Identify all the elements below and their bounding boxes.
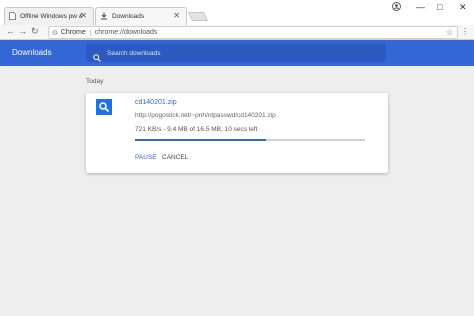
file-search-icon [96,99,112,115]
tab-label: Offline Windows pw & re [20,13,82,20]
title-bar: Offline Windows pw & re ✕ Downloads ✕ — … [0,0,474,25]
minimize-button[interactable]: — [416,2,425,12]
page-icon [9,11,16,22]
forward-icon[interactable]: → [18,26,27,36]
maximize-button[interactable]: □ [437,2,442,12]
omnibox-url[interactable]: chrome://downloads [95,29,158,36]
downloads-list: Today cd140201.zip http://pogostick.net/… [0,66,474,316]
download-status: 721 KB/s - 9.4 MB of 16.5 MB, 10 secs le… [135,126,258,133]
tab-downloads[interactable]: Downloads ✕ [95,7,187,25]
browser-toolbar: ← → ↻ ⊙ Chrome chrome://downloads ☆ ⋮ [0,25,474,40]
back-icon[interactable]: ← [6,26,15,36]
search-placeholder: Search downloads [107,49,161,57]
page-title: Downloads [12,48,52,57]
downloads-header: Downloads Search downloads [0,40,474,66]
pause-button[interactable]: PAUSE [135,154,157,161]
omnibox-scheme: Chrome [61,29,91,36]
progress-bar [135,139,365,141]
search-icon [93,49,101,62]
star-icon[interactable]: ☆ [446,28,453,37]
user-icon[interactable] [392,2,401,13]
close-tab-icon[interactable]: ✕ [80,11,87,20]
file-source-url: http://pogostick.net/~pnh/ntpasswd/cd140… [135,112,276,119]
close-tab-icon[interactable]: ✕ [173,11,180,20]
menu-icon[interactable]: ⋮ [461,27,469,36]
date-heading: Today [86,78,104,85]
cancel-button[interactable]: CANCEL [162,154,188,161]
address-bar[interactable]: ⊙ Chrome chrome://downloads ☆ [48,26,458,39]
progress-fill [135,139,267,141]
tab-label: Downloads [112,13,145,20]
chrome-page-icon: ⊙ [52,29,58,37]
download-card: cd140201.zip http://pogostick.net/~pnh/n… [86,93,388,173]
reload-icon[interactable]: ↻ [31,26,39,37]
search-input[interactable]: Search downloads [86,44,386,62]
file-name-link[interactable]: cd140201.zip [135,99,177,106]
tab-offline-windows[interactable]: Offline Windows pw & re ✕ [4,7,94,25]
new-tab-button[interactable] [187,12,209,21]
download-icon [100,12,108,22]
close-window-button[interactable]: ✕ [459,2,467,13]
